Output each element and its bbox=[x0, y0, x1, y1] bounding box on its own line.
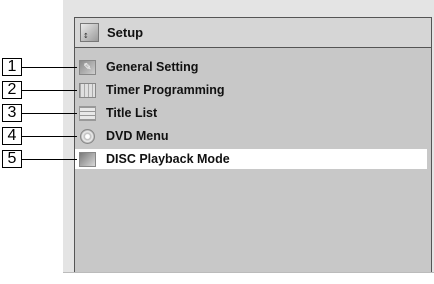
timer-grid-icon bbox=[79, 82, 96, 98]
wrench-icon: ✎ bbox=[79, 59, 96, 75]
callout-leader bbox=[22, 90, 77, 91]
title-list-icon bbox=[79, 105, 96, 121]
callout-leader bbox=[22, 113, 77, 114]
menu-item-general-setting[interactable]: ✎ General Setting bbox=[75, 57, 427, 77]
callout-leader bbox=[22, 136, 77, 137]
setup-menu-panel: ↕ Setup ✎ General Setting Timer Programm… bbox=[74, 17, 432, 273]
callout-4: 4 bbox=[2, 127, 22, 145]
menu-item-timer-programming[interactable]: Timer Programming bbox=[75, 80, 427, 100]
menu-item-label: Timer Programming bbox=[106, 83, 225, 97]
menu-item-label: DISC Playback Mode bbox=[106, 152, 230, 166]
callout-2: 2 bbox=[2, 81, 22, 99]
dvd-disc-icon bbox=[80, 128, 95, 144]
menu-item-label: DVD Menu bbox=[106, 129, 169, 143]
callout-1: 1 bbox=[2, 58, 22, 76]
menu-item-disc-playback-mode[interactable]: DISC Playback Mode bbox=[75, 149, 427, 169]
setup-icon: ↕ bbox=[80, 23, 99, 42]
callout-5: 5 bbox=[2, 150, 22, 168]
disc-playback-icon bbox=[79, 151, 96, 167]
divider bbox=[63, 272, 434, 273]
callout-3: 3 bbox=[2, 104, 22, 122]
page-title: Setup bbox=[107, 25, 144, 40]
menu-item-title-list[interactable]: Title List bbox=[75, 103, 427, 123]
menu-item-label: Title List bbox=[106, 106, 158, 120]
menu-item-dvd-menu[interactable]: DVD Menu bbox=[75, 126, 427, 146]
callout-leader bbox=[22, 159, 77, 160]
callout-leader bbox=[22, 67, 77, 68]
menu-header: ↕ Setup bbox=[75, 18, 431, 48]
menu-item-label: General Setting bbox=[106, 60, 199, 74]
